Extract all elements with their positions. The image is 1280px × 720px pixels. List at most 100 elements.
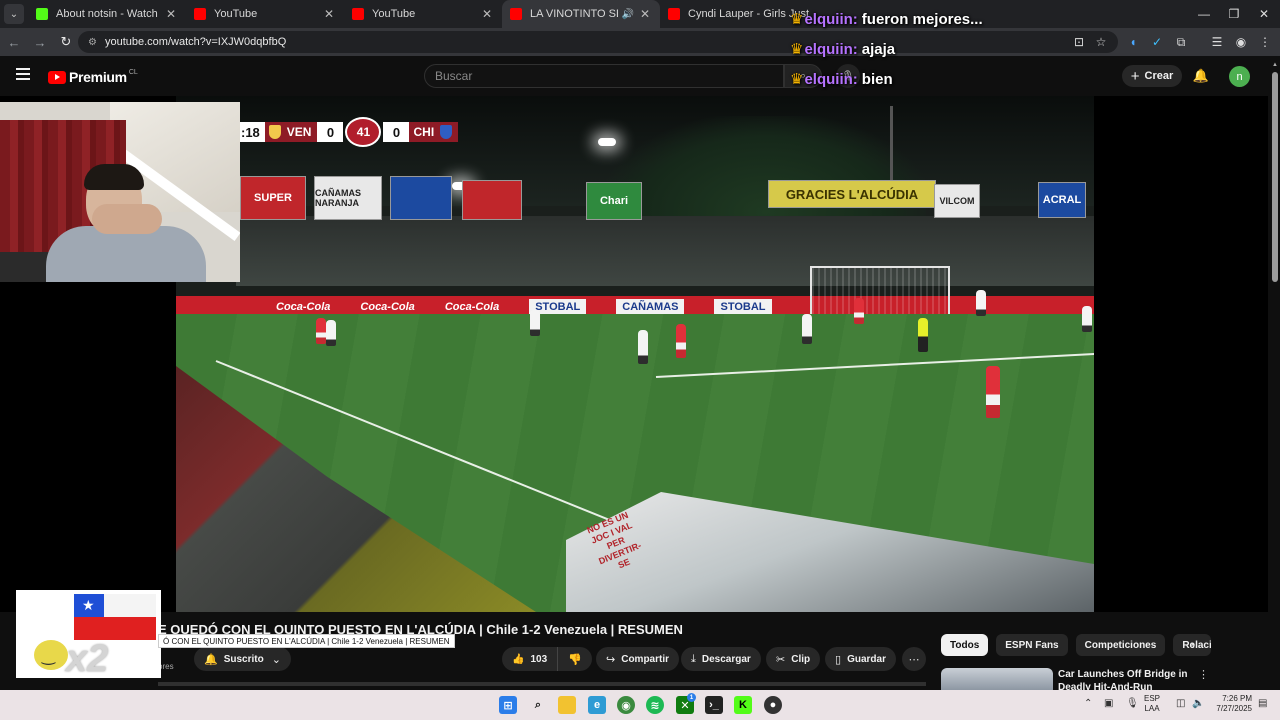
- tab-kick[interactable]: About notsin - Watch Live on K ✕: [28, 0, 186, 28]
- banner-super: SUPER: [240, 176, 306, 220]
- chat-message: ♛ elquiin: fueron mejores...: [790, 4, 1090, 34]
- obs-icon[interactable]: ●: [764, 696, 782, 714]
- restore-icon[interactable]: ❐: [1218, 0, 1250, 28]
- home-score: 0: [317, 122, 344, 142]
- tray-app-icon[interactable]: ▣: [1104, 698, 1113, 709]
- dislike-button[interactable]: 👎: [558, 647, 592, 671]
- extension-audio-icon[interactable]: ◖: [1122, 30, 1144, 54]
- system-clock[interactable]: 7:26 PM 7/27/2025: [1208, 694, 1252, 714]
- grandstand: [236, 216, 1094, 286]
- reading-list-icon[interactable]: ☰: [1206, 30, 1228, 54]
- save-button[interactable]: ▯ Guardar: [825, 647, 896, 671]
- tray-overflow-icon[interactable]: ⌃: [1084, 698, 1092, 709]
- close-icon[interactable]: ✕: [638, 7, 652, 21]
- tab-youtube-2[interactable]: YouTube ✕: [344, 0, 502, 28]
- download-button[interactable]: ⤓ Descargar: [681, 647, 761, 671]
- tab-search-button[interactable]: ⌄: [4, 4, 24, 24]
- hamburger-menu-icon[interactable]: [16, 68, 30, 80]
- chrome-icon[interactable]: ◉: [617, 696, 635, 714]
- forward-arrow-icon[interactable]: →: [28, 30, 52, 54]
- smiley-icon: [34, 640, 68, 670]
- bookmark-star-icon[interactable]: ☆: [1090, 30, 1112, 54]
- chip-todos[interactable]: Todos: [941, 634, 989, 656]
- player: [802, 314, 812, 344]
- player: [638, 330, 648, 364]
- input-language[interactable]: ESP LAA: [1144, 694, 1160, 714]
- youtube-logo[interactable]: Premium CL: [48, 69, 138, 85]
- banner-chari: Chari: [586, 182, 642, 220]
- chip-espn-fans[interactable]: ESPN Fans: [996, 634, 1068, 656]
- recommendation-menu-icon[interactable]: ⋮: [1198, 668, 1209, 681]
- video-frame[interactable]: SUPER CAÑAMAS NARANJA Chari GRACIES L'AL…: [176, 96, 1094, 612]
- chip-competiciones[interactable]: Competiciones: [1075, 634, 1166, 656]
- page-scrollbar[interactable]: ▲: [1270, 56, 1280, 690]
- tray-mic-icon[interactable]: 🎙: [1126, 698, 1139, 709]
- recommendation-thumbnail[interactable]: [941, 668, 1053, 690]
- streamer-body: [46, 226, 206, 282]
- like-button[interactable]: 👍 103: [502, 647, 559, 671]
- search-input[interactable]: [435, 69, 783, 83]
- reload-icon[interactable]: ↻: [54, 30, 78, 54]
- player: [676, 324, 686, 358]
- streamer-hair: [84, 164, 144, 190]
- notifications-bell-icon[interactable]: 🔔: [1192, 66, 1210, 86]
- back-arrow-icon[interactable]: ←: [2, 30, 26, 54]
- youtube-icon: [668, 8, 680, 20]
- player: [326, 320, 336, 346]
- referee: [918, 318, 928, 352]
- rail-ad: Coca-Cola: [360, 301, 415, 313]
- youtube-icon: [510, 8, 522, 20]
- chat-text: ajaja: [861, 40, 896, 58]
- edge-icon[interactable]: e: [588, 696, 606, 714]
- download-icon: ⤓: [691, 652, 696, 665]
- terminal-icon[interactable]: ›_: [705, 696, 723, 714]
- chat-text: fueron mejores...: [861, 10, 983, 28]
- file-explorer-icon[interactable]: [558, 696, 576, 714]
- windows-start-icon[interactable]: ⊞: [499, 696, 517, 714]
- clip-button[interactable]: ✂ Clip: [766, 647, 821, 671]
- banner-canamas: CAÑAMAS NARANJA: [314, 176, 382, 220]
- more-actions-icon[interactable]: ⋯: [902, 647, 926, 671]
- close-icon[interactable]: ✕: [322, 7, 336, 21]
- save-label: Guardar: [847, 653, 886, 665]
- home-team-name: VEN: [286, 125, 312, 139]
- site-info-icon[interactable]: ⚙: [88, 37, 97, 48]
- banner-blue: [390, 176, 452, 220]
- volume-icon[interactable]: 🔈: [1192, 698, 1204, 709]
- chevron-right-icon[interactable]: ›: [1184, 636, 1202, 654]
- light-pole: [890, 106, 893, 186]
- notification-center-icon[interactable]: ▤: [1258, 698, 1267, 709]
- network-icon[interactable]: ◫: [1176, 698, 1185, 709]
- country-code: CL: [128, 68, 138, 76]
- chat-text: bien: [861, 70, 893, 88]
- close-icon[interactable]: ✕: [164, 7, 178, 21]
- profile-icon[interactable]: ◉: [1230, 30, 1252, 54]
- search-icon[interactable]: ⌕: [529, 696, 547, 714]
- home-team: VEN: [264, 122, 318, 142]
- scroll-up-icon[interactable]: ▲: [1272, 62, 1278, 68]
- subscribed-button[interactable]: 🔔 Suscrito ⌄: [194, 647, 291, 671]
- tab-youtube-1[interactable]: YouTube ✕: [186, 0, 344, 28]
- pitch-line: [655, 352, 1094, 378]
- share-button[interactable]: ↪ Compartir: [596, 647, 680, 671]
- recommendation-chips: Todos ESPN Fans Competiciones Relaci: [941, 634, 1212, 656]
- create-label: Crear: [1144, 70, 1174, 82]
- thumbs-up-icon: 👍: [512, 653, 525, 665]
- youtube-icon: [194, 8, 206, 20]
- scrollbar-thumb[interactable]: [1272, 72, 1278, 282]
- create-button[interactable]: + Crear: [1122, 65, 1182, 87]
- browser-menu-icon[interactable]: ⋮: [1254, 30, 1276, 54]
- extensions-puzzle-icon[interactable]: ⧉: [1170, 30, 1192, 54]
- minimize-icon[interactable]: —: [1188, 0, 1220, 28]
- clock-date: 7/27/2025: [1216, 704, 1252, 713]
- speaker-icon[interactable]: 🔊: [622, 9, 634, 20]
- recommendation-title[interactable]: Car Launches Off Bridge in Deadly Hit-An…: [1058, 668, 1188, 690]
- window-close-icon[interactable]: ✕: [1248, 0, 1280, 28]
- avatar[interactable]: n: [1229, 66, 1250, 87]
- tab-active-video[interactable]: LA VINOTINTO SE QUEDÓ C 🔊 ✕: [502, 0, 660, 28]
- chat-message: ♛ elquiin: bien: [790, 64, 1090, 94]
- close-icon[interactable]: ✕: [480, 7, 494, 21]
- kick-app-icon[interactable]: K: [734, 696, 752, 714]
- extension-translate-icon[interactable]: ✓: [1146, 30, 1168, 54]
- spotify-icon[interactable]: ≋: [646, 696, 664, 714]
